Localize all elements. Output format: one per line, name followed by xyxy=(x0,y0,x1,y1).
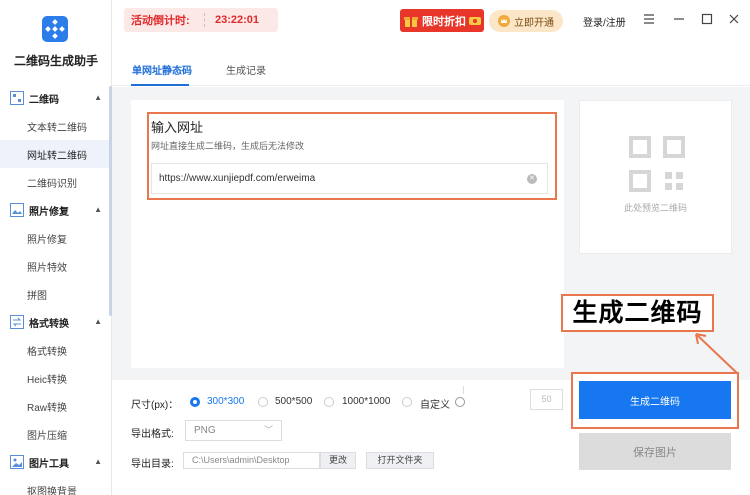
countdown-time: 23:22:01 xyxy=(215,14,260,26)
image-tools-section-icon xyxy=(10,455,24,469)
countdown-label: 活动倒计时: xyxy=(131,15,190,27)
size-radio-500[interactable] xyxy=(258,397,268,407)
size-slider-handle[interactable] xyxy=(455,397,465,407)
size-option-custom-label: 自定义 xyxy=(420,400,450,411)
gift-icon xyxy=(404,16,418,27)
size-option-300-label: 300*300 xyxy=(207,396,245,407)
directory-label: 导出目录: xyxy=(131,459,174,470)
sidebar-item-url-to-qrcode[interactable]: 网址转二维码 xyxy=(0,140,112,168)
sidebar-nav: 二维码 ▲ 文本转二维码 网址转二维码 二维码识别 照片修复 ▲ 照片修复 照片… xyxy=(0,84,112,495)
input-title: 输入网址 xyxy=(151,120,204,135)
save-image-button[interactable]: 保存图片 xyxy=(579,433,731,470)
sidebar-item-photo-repair[interactable]: 照片修复 xyxy=(0,224,112,252)
preview-placeholder-text: 此处预览二维码 xyxy=(623,203,687,213)
minimize-icon[interactable] xyxy=(672,12,686,26)
close-icon[interactable] xyxy=(727,12,741,26)
annotation-callout: 生成二维码 xyxy=(561,294,714,332)
qrcode-section-icon xyxy=(10,91,24,105)
input-hint: 网址直接生成二维码，生成后无法修改 xyxy=(151,141,305,151)
sidebar-section-label: 二维码 xyxy=(29,94,59,106)
tab-generate-history[interactable]: 生成记录 xyxy=(226,62,266,77)
vip-open-label: 立即开通 xyxy=(514,17,554,29)
sidebar-section-image-tools[interactable]: 图片工具 ▲ xyxy=(0,448,112,476)
sidebar: 二维码生成助手 二维码 ▲ 文本转二维码 网址转二维码 二维码识别 照片修复 ▲… xyxy=(0,0,112,495)
size-option-500-label: 500*500 xyxy=(275,396,313,407)
export-directory-field[interactable]: C:\Users\admin\Desktop xyxy=(183,452,320,469)
open-folder-button[interactable]: 打开文件夹 xyxy=(366,452,434,469)
size-option-1000-label: 1000*1000 xyxy=(342,396,391,407)
coupon-icon xyxy=(469,16,481,25)
app-logo-icon xyxy=(42,16,68,42)
sidebar-section-label: 照片修复 xyxy=(29,206,69,218)
sidebar-section-format-convert[interactable]: 格式转换 ▲ xyxy=(0,308,112,336)
app-title: 二维码生成助手 xyxy=(13,54,98,68)
tab-bar: 单网址静态码 生成记录 xyxy=(112,56,750,86)
size-radio-300[interactable] xyxy=(190,397,200,407)
promo-banner[interactable]: 限时折扣 xyxy=(400,9,484,32)
size-slider-track xyxy=(463,386,464,394)
chevron-up-icon[interactable]: ▲ xyxy=(94,205,102,214)
sidebar-section-photo-repair[interactable]: 照片修复 ▲ xyxy=(0,196,112,224)
countdown-banner: 活动倒计时: 23:22:01 xyxy=(124,8,278,32)
sidebar-item-qrcode-recognize[interactable]: 二维码识别 xyxy=(0,168,112,196)
maximize-icon[interactable] xyxy=(700,12,714,26)
size-label: 尺寸(px)： xyxy=(131,400,179,411)
url-input[interactable] xyxy=(151,163,548,194)
tab-single-url-static[interactable]: 单网址静态码 xyxy=(132,62,192,77)
sidebar-item-format-convert[interactable]: 格式转换 xyxy=(0,336,112,364)
sidebar-item-cutout-background[interactable]: 抠图换背景 xyxy=(0,476,112,495)
chevron-up-icon[interactable]: ▲ xyxy=(94,317,102,326)
format-label: 导出格式: xyxy=(131,429,174,440)
sidebar-item-collage[interactable]: 拼图 xyxy=(0,280,112,308)
sidebar-section-qrcode[interactable]: 二维码 ▲ xyxy=(0,84,112,112)
change-directory-button[interactable]: 更改 xyxy=(320,452,356,469)
crown-icon xyxy=(498,15,510,27)
custom-size-input[interactable]: 50 xyxy=(530,389,563,410)
vip-open-button[interactable]: 立即开通 xyxy=(489,10,563,32)
convert-section-icon xyxy=(10,315,24,329)
chevron-up-icon[interactable]: ▲ xyxy=(94,93,102,102)
menu-icon[interactable] xyxy=(642,12,656,26)
sidebar-item-image-compress[interactable]: 图片压缩 xyxy=(0,420,112,448)
sidebar-item-heic-convert[interactable]: Heic转换 xyxy=(0,364,112,392)
photo-section-icon xyxy=(10,203,24,217)
clear-input-icon[interactable]: ✕ xyxy=(527,174,537,184)
size-radio-custom[interactable] xyxy=(402,397,412,407)
active-tab-indicator xyxy=(131,84,189,86)
login-link[interactable]: 登录/注册 xyxy=(583,14,626,29)
promo-label: 限时折扣 xyxy=(422,15,466,28)
chevron-down-icon: ﹀ xyxy=(263,425,273,435)
qrcode-placeholder-icon xyxy=(629,136,685,192)
sidebar-section-label: 图片工具 xyxy=(29,458,69,470)
generate-qrcode-button[interactable]: 生成二维码 xyxy=(579,381,731,419)
sidebar-item-raw-convert[interactable]: Raw转换 xyxy=(0,392,112,420)
chevron-up-icon[interactable]: ▲ xyxy=(94,457,102,466)
sidebar-item-text-to-qrcode[interactable]: 文本转二维码 xyxy=(0,112,112,140)
sidebar-section-label: 格式转换 xyxy=(29,318,69,330)
size-radio-1000[interactable] xyxy=(324,397,334,407)
sidebar-item-photo-effects[interactable]: 照片特效 xyxy=(0,252,112,280)
format-select-value: PNG xyxy=(194,425,216,436)
format-select[interactable]: PNG ﹀ xyxy=(185,420,282,441)
